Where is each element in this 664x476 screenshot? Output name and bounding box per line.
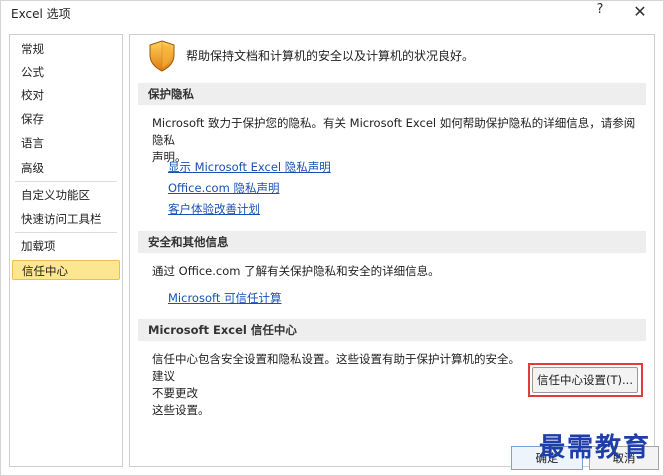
sidebar-item-language[interactable]: 语言: [12, 133, 120, 153]
trust-center-text-line: 这些设置。: [152, 403, 210, 417]
sidebar-item-add-ins[interactable]: 加载项: [12, 236, 120, 256]
watermark: 最需教育: [539, 427, 663, 473]
intro-text: 帮助保持文档和计算机的安全以及计算机的状况良好。: [186, 49, 475, 63]
shield-icon: [149, 40, 175, 72]
excel-privacy-statement-link[interactable]: 显示 Microsoft Excel 隐私声明: [168, 159, 331, 175]
privacy-text-line: Microsoft 致力于保护您的隐私。有关 Microsoft Excel 如…: [152, 116, 636, 147]
security-section-header: 安全和其他信息: [138, 231, 646, 253]
sidebar-item-trust-center[interactable]: 信任中心: [12, 260, 120, 280]
close-button[interactable]: ✕: [629, 1, 651, 23]
trust-center-section-header: Microsoft Excel 信任中心: [138, 319, 646, 341]
title-bar: Excel 选项 ? ✕: [1, 1, 663, 25]
sidebar-item-proofing[interactable]: 校对: [12, 85, 120, 105]
office-privacy-statement-link[interactable]: Office.com 隐私声明: [168, 180, 279, 196]
trust-center-settings-button[interactable]: 信任中心设置(T)...: [532, 367, 638, 393]
trust-center-text-line: 不要更改: [152, 386, 198, 400]
excel-options-dialog: Excel 选项 ? ✕ 常规 公式 校对 保存 语言 高级 自定义功能区 快速…: [0, 0, 664, 476]
customer-experience-program-link[interactable]: 客户体验改善计划: [168, 201, 260, 217]
sidebar-item-customize-ribbon[interactable]: 自定义功能区: [12, 185, 120, 205]
watermark-text: 最需教育: [539, 433, 652, 463]
sidebar-divider: [15, 181, 117, 182]
trustworthy-computing-link[interactable]: Microsoft 可信任计算: [168, 290, 282, 306]
trust-center-panel: 帮助保持文档和计算机的安全以及计算机的状况良好。 保护隐私 Microsoft …: [129, 34, 655, 467]
sidebar-item-general[interactable]: 常规: [12, 39, 120, 59]
sidebar-item-advanced[interactable]: 高级: [12, 158, 120, 178]
help-button[interactable]: ?: [591, 2, 609, 22]
trust-center-description: 信任中心包含安全设置和隐私设置。这些设置有助于保护计算机的安全。建议 不要更改 …: [152, 351, 522, 419]
sidebar-item-quick-access-toolbar[interactable]: 快速访问工具栏: [12, 209, 120, 229]
options-sidebar: 常规 公式 校对 保存 语言 高级 自定义功能区 快速访问工具栏 加载项 信任中…: [9, 34, 123, 467]
window-title: Excel 选项: [11, 7, 71, 21]
sidebar-item-save[interactable]: 保存: [12, 109, 120, 129]
trust-center-text-line: 信任中心包含安全设置和隐私设置。这些设置有助于保护计算机的安全。建议: [152, 352, 520, 383]
sidebar-item-formulas[interactable]: 公式: [12, 62, 120, 82]
security-description: 通过 Office.com 了解有关保护隐私和安全的详细信息。: [152, 264, 440, 278]
sidebar-divider: [15, 232, 117, 233]
privacy-section-header: 保护隐私: [138, 83, 646, 105]
